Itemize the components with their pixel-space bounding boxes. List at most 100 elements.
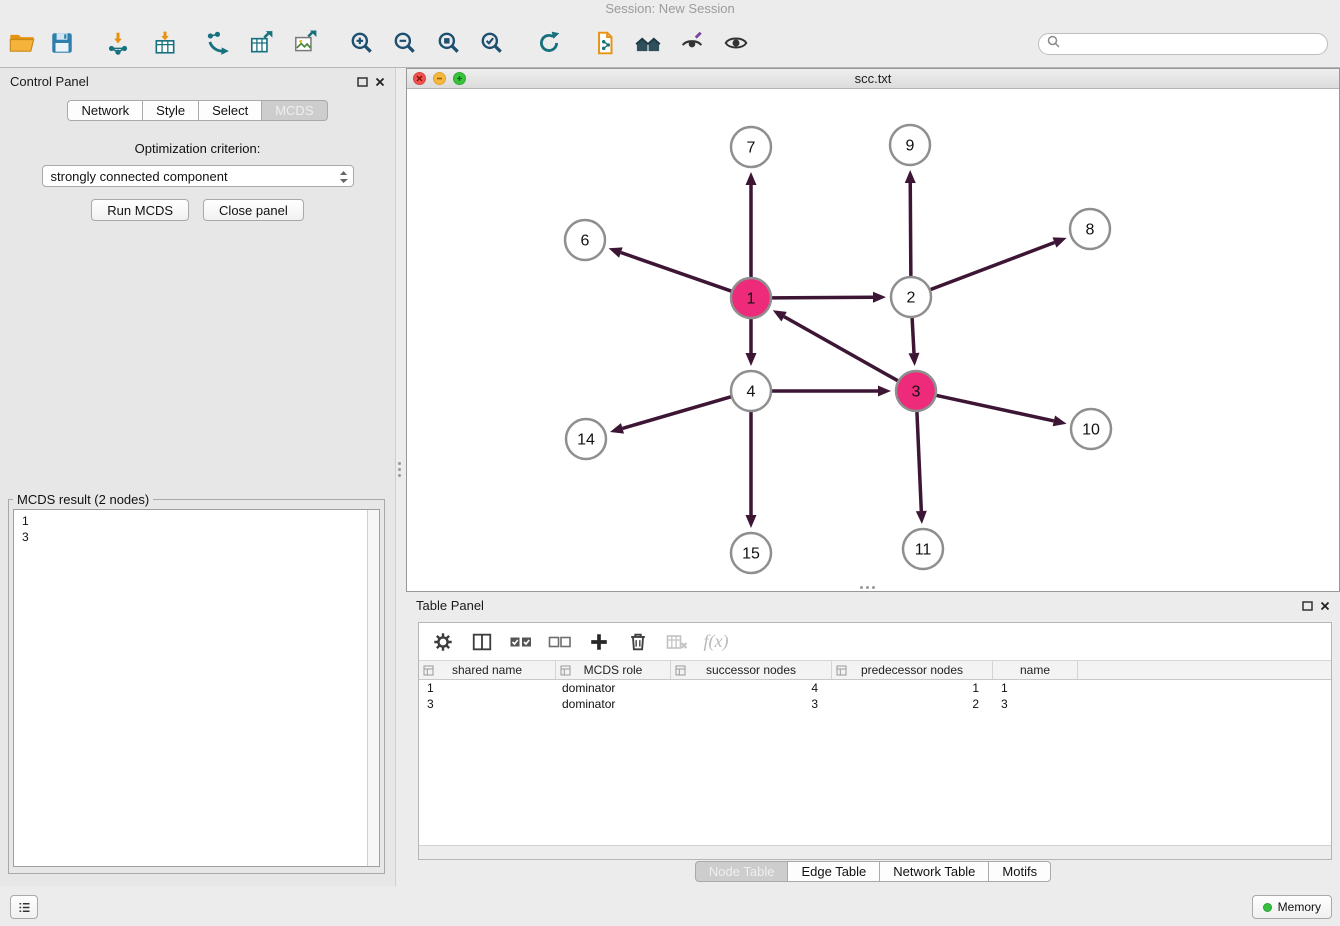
cell-successor-nodes[interactable]: 4 (671, 680, 832, 696)
graph-edge-2-9[interactable] (905, 170, 916, 276)
search-box[interactable] (1038, 33, 1328, 55)
column-type-icon (423, 665, 434, 679)
zoom-in-icon[interactable] (345, 26, 379, 60)
graph-edge-3-1[interactable] (773, 310, 898, 380)
tab-edge-table[interactable]: Edge Table (788, 861, 880, 882)
tab-network-table[interactable]: Network Table (880, 861, 989, 882)
graph-node-14[interactable]: 14 (566, 419, 606, 459)
network-window-titlebar[interactable]: scc.txt (407, 69, 1339, 89)
graph-node-9[interactable]: 9 (890, 125, 930, 165)
select-all-columns-icon[interactable] (509, 630, 533, 654)
close-table-panel-icon[interactable] (1318, 600, 1332, 612)
run-mcds-button[interactable]: Run MCDS (91, 199, 189, 221)
first-neighbors-icon[interactable] (631, 26, 665, 60)
graph-edge-4-15[interactable] (746, 412, 757, 528)
table-row[interactable]: 1 dominator 4 1 1 (419, 680, 1331, 696)
cell-successor-nodes[interactable]: 3 (671, 696, 832, 712)
graph-node-3[interactable]: 3 (896, 371, 936, 411)
cell-shared-name[interactable]: 1 (419, 680, 556, 696)
cell-shared-name[interactable]: 3 (419, 696, 556, 712)
horizontal-splitter-grip[interactable] (860, 586, 875, 589)
show-panel-list-icon[interactable] (10, 895, 38, 919)
column-header-shared-name[interactable]: shared name (419, 661, 556, 679)
horizontal-scrollbar[interactable] (419, 845, 1331, 859)
add-column-icon[interactable] (587, 630, 611, 654)
search-icon (1047, 35, 1060, 53)
graph-edge-2-8[interactable] (931, 237, 1067, 289)
minimize-window-icon[interactable] (433, 72, 446, 85)
table-row[interactable]: 3 dominator 3 2 3 (419, 696, 1331, 712)
cell-predecessor-nodes[interactable]: 1 (832, 680, 993, 696)
tab-select[interactable]: Select (199, 100, 262, 121)
table-settings-gear-icon[interactable] (431, 630, 455, 654)
clone-network-icon[interactable] (588, 26, 622, 60)
export-image-icon[interactable] (288, 26, 322, 60)
zoom-window-icon[interactable] (453, 72, 466, 85)
save-session-icon[interactable] (45, 26, 79, 60)
network-graph[interactable]: 7 9 6 8 1 2 4 3 14 10 15 11 (407, 89, 1339, 591)
network-canvas[interactable]: 7 9 6 8 1 2 4 3 14 10 15 11 (407, 89, 1339, 591)
zoom-selected-icon[interactable] (475, 26, 509, 60)
graph-node-1[interactable]: 1 (731, 278, 771, 318)
search-input[interactable] (1065, 37, 1327, 52)
graph-node-8[interactable]: 8 (1070, 209, 1110, 249)
graph-edge-1-4[interactable] (746, 319, 757, 366)
column-header-predecessor-nodes[interactable]: predecessor nodes (832, 661, 993, 679)
import-table-icon[interactable] (148, 26, 182, 60)
graph-node-11[interactable]: 11 (903, 529, 943, 569)
status-bar: Memory (0, 886, 1340, 926)
graph-node-4[interactable]: 4 (731, 371, 771, 411)
graph-edge-1-2[interactable] (772, 292, 886, 303)
table-panel-title: Table Panel (416, 598, 484, 613)
close-panel-icon[interactable] (373, 76, 387, 88)
function-builder-icon[interactable]: f(x) (704, 630, 728, 654)
graph-node-6[interactable]: 6 (565, 220, 605, 260)
float-panel-icon[interactable] (355, 76, 369, 88)
graph-edge-3-11[interactable] (916, 412, 927, 524)
vertical-splitter-grip[interactable] (398, 462, 401, 477)
cell-predecessor-nodes[interactable]: 2 (832, 696, 993, 712)
export-table-icon[interactable] (244, 26, 278, 60)
delete-column-icon[interactable] (626, 630, 650, 654)
network-from-selection-icon[interactable] (201, 26, 235, 60)
graph-edge-1-6[interactable] (609, 247, 732, 291)
graph-node-15[interactable]: 15 (731, 533, 771, 573)
cell-name[interactable]: 1 (993, 680, 1078, 696)
tab-mcds[interactable]: MCDS (262, 100, 327, 121)
zoom-fit-icon[interactable] (432, 26, 466, 60)
cell-name[interactable]: 3 (993, 696, 1078, 712)
show-hide-details-icon[interactable] (719, 26, 753, 60)
criterion-select[interactable]: strongly connected component (42, 165, 354, 187)
refresh-view-icon[interactable] (532, 26, 566, 60)
close-window-icon[interactable] (413, 72, 426, 85)
column-header-successor-nodes[interactable]: successor nodes (671, 661, 832, 679)
delete-table-icon[interactable] (665, 630, 689, 654)
graph-edge-4-3[interactable] (772, 386, 891, 397)
float-table-panel-icon[interactable] (1300, 600, 1314, 612)
graphics-details-icon[interactable] (675, 26, 709, 60)
open-file-icon[interactable] (5, 26, 39, 60)
memory-button[interactable]: Memory (1252, 895, 1332, 919)
cell-mcds-role[interactable]: dominator (556, 680, 671, 696)
import-network-icon[interactable] (101, 26, 135, 60)
column-header-mcds-role[interactable]: MCDS role (556, 661, 671, 679)
split-view-icon[interactable] (470, 630, 494, 654)
graph-node-10[interactable]: 10 (1071, 409, 1111, 449)
graph-node-7[interactable]: 7 (731, 127, 771, 167)
cell-mcds-role[interactable]: dominator (556, 696, 671, 712)
graph-edge-1-7[interactable] (746, 172, 757, 277)
deselect-all-columns-icon[interactable] (548, 630, 572, 654)
mcds-result-list[interactable]: 1 3 (13, 509, 380, 867)
zoom-out-icon[interactable] (388, 26, 422, 60)
graph-edge-4-14[interactable] (610, 397, 731, 434)
graph-edge-3-10[interactable] (937, 395, 1067, 426)
column-header-name[interactable]: name (993, 661, 1078, 679)
graph-node-2[interactable]: 2 (891, 277, 931, 317)
graph-edge-2-3[interactable] (908, 318, 919, 366)
close-panel-button[interactable]: Close panel (203, 199, 304, 221)
result-scrollbar[interactable] (367, 510, 379, 866)
tab-motifs[interactable]: Motifs (989, 861, 1051, 882)
tab-node-table[interactable]: Node Table (695, 861, 789, 882)
tab-network[interactable]: Network (67, 100, 143, 121)
tab-style[interactable]: Style (143, 100, 199, 121)
